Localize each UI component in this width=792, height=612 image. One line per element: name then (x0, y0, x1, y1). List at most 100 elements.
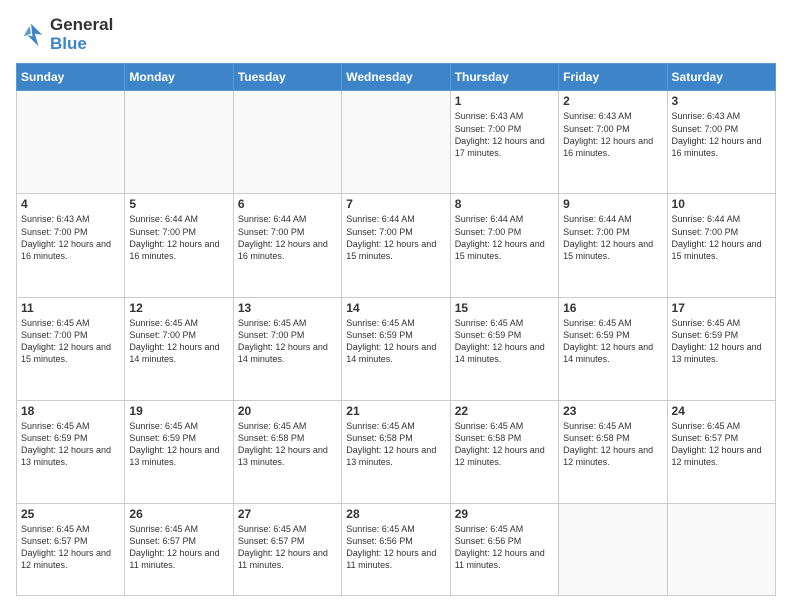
day-number: 28 (346, 507, 445, 521)
calendar-week-row: 25 Sunrise: 6:45 AM Sunset: 6:57 PM Dayli… (17, 503, 776, 595)
calendar-cell: 16 Sunrise: 6:45 AM Sunset: 6:59 PM Dayli… (559, 297, 667, 400)
calendar-day-header: Tuesday (233, 64, 341, 91)
day-info: Sunrise: 6:45 AM Sunset: 6:57 PM Dayligh… (21, 523, 120, 572)
calendar-cell (125, 91, 233, 194)
calendar-cell: 18Sunrise: 6:45 AM Sunset: 6:59 PM Dayli… (17, 400, 125, 503)
day-info: Sunrise: 6:45 AM Sunset: 7:00 PM Dayligh… (21, 317, 120, 366)
day-number: 4 (21, 197, 120, 211)
day-info: Sunrise: 6:45 AM Sunset: 6:57 PM Dayligh… (238, 523, 337, 572)
calendar-cell: 25 Sunrise: 6:45 AM Sunset: 6:57 PM Dayli… (17, 503, 125, 595)
day-info: Sunrise: 6:45 AM Sunset: 6:59 PM Dayligh… (129, 420, 228, 469)
day-info: Sunrise: 6:43 AM Sunset: 7:00 PM Dayligh… (672, 110, 771, 159)
day-number: 19 (129, 404, 228, 418)
day-number: 9 (563, 197, 662, 211)
calendar-week-row: 18Sunrise: 6:45 AM Sunset: 6:59 PM Dayli… (17, 400, 776, 503)
calendar-cell: 7 Sunrise: 6:44 AM Sunset: 7:00 PM Daylig… (342, 194, 450, 297)
day-info: Sunrise: 6:45 AM Sunset: 7:00 PM Dayligh… (129, 317, 228, 366)
calendar-cell: 17 Sunrise: 6:45 AM Sunset: 6:59 PM Dayli… (667, 297, 775, 400)
day-info: Sunrise: 6:44 AM Sunset: 7:00 PM Dayligh… (346, 213, 445, 262)
calendar-cell: 14 Sunrise: 6:45 AM Sunset: 6:59 PM Dayli… (342, 297, 450, 400)
day-info: Sunrise: 6:44 AM Sunset: 7:00 PM Dayligh… (238, 213, 337, 262)
day-number: 3 (672, 94, 771, 108)
day-number: 17 (672, 301, 771, 315)
calendar-cell: 24Sunrise: 6:45 AM Sunset: 6:57 PM Dayli… (667, 400, 775, 503)
day-info: Sunrise: 6:43 AM Sunset: 7:00 PM Dayligh… (21, 213, 120, 262)
day-number: 15 (455, 301, 554, 315)
logo-blue: Blue (50, 35, 113, 54)
calendar-cell: 11 Sunrise: 6:45 AM Sunset: 7:00 PM Dayli… (17, 297, 125, 400)
day-number: 27 (238, 507, 337, 521)
calendar-week-row: 4 Sunrise: 6:43 AM Sunset: 7:00 PM Daylig… (17, 194, 776, 297)
day-info: Sunrise: 6:45 AM Sunset: 6:57 PM Dayligh… (129, 523, 228, 572)
day-info: Sunrise: 6:45 AM Sunset: 6:59 PM Dayligh… (563, 317, 662, 366)
calendar-header-row: SundayMondayTuesdayWednesdayThursdayFrid… (17, 64, 776, 91)
logo: GeneralBlue (16, 16, 113, 53)
day-info: Sunrise: 6:45 AM Sunset: 6:58 PM Dayligh… (346, 420, 445, 469)
calendar-cell: 12Sunrise: 6:45 AM Sunset: 7:00 PM Dayli… (125, 297, 233, 400)
day-number: 26 (129, 507, 228, 521)
calendar-cell: 27 Sunrise: 6:45 AM Sunset: 6:57 PM Dayli… (233, 503, 341, 595)
day-number: 24 (672, 404, 771, 418)
day-info: Sunrise: 6:45 AM Sunset: 6:56 PM Dayligh… (346, 523, 445, 572)
calendar-day-header: Thursday (450, 64, 558, 91)
day-number: 14 (346, 301, 445, 315)
calendar-cell: 29 Sunrise: 6:45 AM Sunset: 6:56 PM Dayli… (450, 503, 558, 595)
day-number: 11 (21, 301, 120, 315)
day-number: 29 (455, 507, 554, 521)
day-number: 23 (563, 404, 662, 418)
logo-text: GeneralBlue (50, 16, 113, 53)
day-info: Sunrise: 6:44 AM Sunset: 7:00 PM Dayligh… (563, 213, 662, 262)
day-info: Sunrise: 6:45 AM Sunset: 6:59 PM Dayligh… (672, 317, 771, 366)
header: GeneralBlue (16, 16, 776, 53)
day-info: Sunrise: 6:45 AM Sunset: 6:59 PM Dayligh… (346, 317, 445, 366)
calendar-table: SundayMondayTuesdayWednesdayThursdayFrid… (16, 63, 776, 596)
calendar-cell: 9 Sunrise: 6:44 AM Sunset: 7:00 PM Daylig… (559, 194, 667, 297)
calendar-cell: 8 Sunrise: 6:44 AM Sunset: 7:00 PM Daylig… (450, 194, 558, 297)
day-info: Sunrise: 6:44 AM Sunset: 7:00 PM Dayligh… (672, 213, 771, 262)
logo-general: General (50, 16, 113, 35)
calendar-cell: 21 Sunrise: 6:45 AM Sunset: 6:58 PM Dayli… (342, 400, 450, 503)
calendar-cell: 10 Sunrise: 6:44 AM Sunset: 7:00 PM Dayli… (667, 194, 775, 297)
calendar-cell: 4 Sunrise: 6:43 AM Sunset: 7:00 PM Daylig… (17, 194, 125, 297)
day-info: Sunrise: 6:45 AM Sunset: 6:59 PM Dayligh… (455, 317, 554, 366)
calendar-day-header: Monday (125, 64, 233, 91)
calendar-cell: 26 Sunrise: 6:45 AM Sunset: 6:57 PM Dayli… (125, 503, 233, 595)
calendar-cell: 19 Sunrise: 6:45 AM Sunset: 6:59 PM Dayli… (125, 400, 233, 503)
calendar-day-header: Wednesday (342, 64, 450, 91)
calendar-day-header: Saturday (667, 64, 775, 91)
day-info: Sunrise: 6:43 AM Sunset: 7:00 PM Dayligh… (455, 110, 554, 159)
calendar-cell: 20Sunrise: 6:45 AM Sunset: 6:58 PM Dayli… (233, 400, 341, 503)
calendar-cell: 6 Sunrise: 6:44 AM Sunset: 7:00 PM Daylig… (233, 194, 341, 297)
logo-icon (16, 20, 46, 50)
calendar-cell: 3 Sunrise: 6:43 AM Sunset: 7:00 PM Daylig… (667, 91, 775, 194)
calendar-cell: 22Sunrise: 6:45 AM Sunset: 6:58 PM Dayli… (450, 400, 558, 503)
page: GeneralBlue SundayMondayTuesdayWednesday… (0, 0, 792, 612)
calendar-cell: 1 Sunrise: 6:43 AM Sunset: 7:00 PM Daylig… (450, 91, 558, 194)
calendar-cell (17, 91, 125, 194)
day-number: 7 (346, 197, 445, 211)
day-info: Sunrise: 6:43 AM Sunset: 7:00 PM Dayligh… (563, 110, 662, 159)
day-info: Sunrise: 6:44 AM Sunset: 7:00 PM Dayligh… (455, 213, 554, 262)
day-info: Sunrise: 6:45 AM Sunset: 6:59 PM Dayligh… (21, 420, 120, 469)
day-number: 5 (129, 197, 228, 211)
day-number: 8 (455, 197, 554, 211)
calendar-cell (667, 503, 775, 595)
day-number: 21 (346, 404, 445, 418)
day-info: Sunrise: 6:45 AM Sunset: 6:58 PM Dayligh… (563, 420, 662, 469)
calendar-week-row: 11 Sunrise: 6:45 AM Sunset: 7:00 PM Dayli… (17, 297, 776, 400)
calendar-cell (233, 91, 341, 194)
calendar-cell: 2Sunrise: 6:43 AM Sunset: 7:00 PM Daylig… (559, 91, 667, 194)
calendar-day-header: Friday (559, 64, 667, 91)
calendar-cell (342, 91, 450, 194)
calendar-cell: 13Sunrise: 6:45 AM Sunset: 7:00 PM Dayli… (233, 297, 341, 400)
day-number: 25 (21, 507, 120, 521)
day-number: 22 (455, 404, 554, 418)
day-number: 16 (563, 301, 662, 315)
day-number: 1 (455, 94, 554, 108)
day-info: Sunrise: 6:45 AM Sunset: 7:00 PM Dayligh… (238, 317, 337, 366)
calendar-cell: 15 Sunrise: 6:45 AM Sunset: 6:59 PM Dayli… (450, 297, 558, 400)
day-number: 10 (672, 197, 771, 211)
day-number: 6 (238, 197, 337, 211)
calendar-cell (559, 503, 667, 595)
day-info: Sunrise: 6:45 AM Sunset: 6:56 PM Dayligh… (455, 523, 554, 572)
